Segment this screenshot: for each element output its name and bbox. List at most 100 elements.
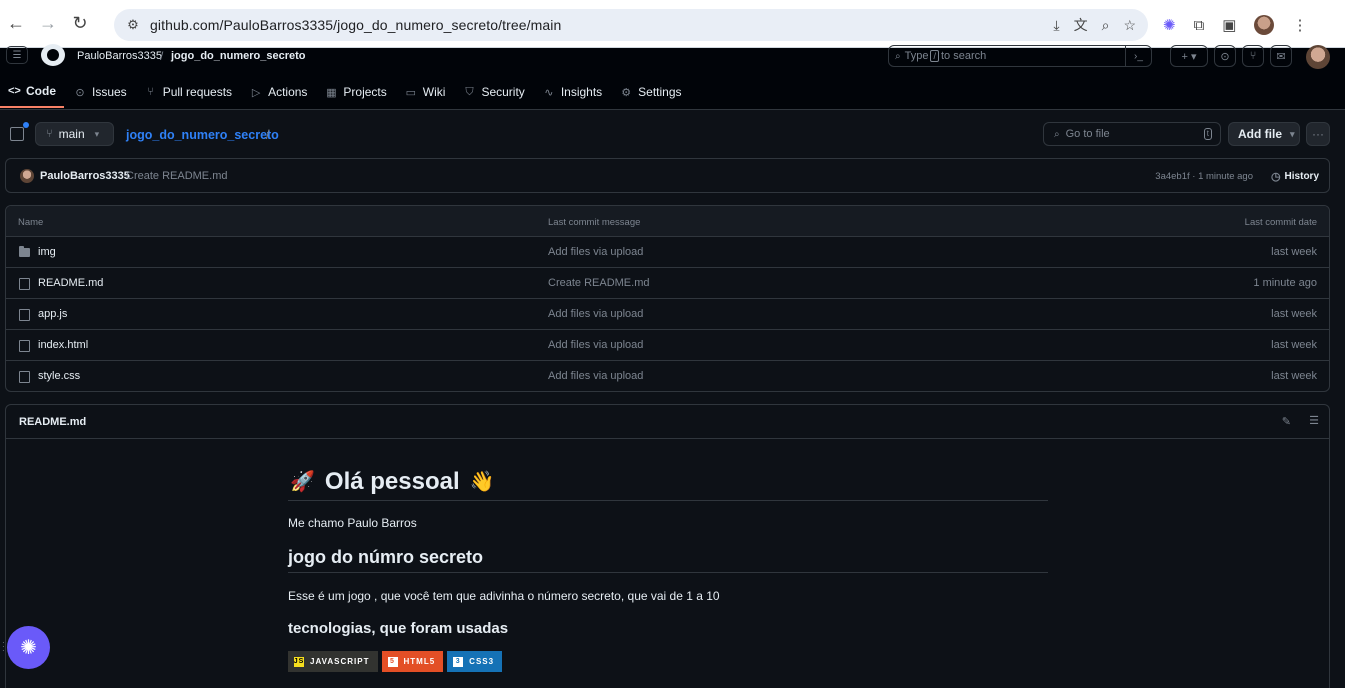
code-icon: <> xyxy=(8,85,21,97)
table-row[interactable]: style.css Add files via upload last week xyxy=(6,361,1329,391)
readme-header: README.md ✎ ☰ xyxy=(6,405,1329,439)
shield-icon: ⛉ xyxy=(465,85,474,98)
tab-actions[interactable]: ▷ Actions xyxy=(242,76,315,108)
badge-label: JAVASCRIPT xyxy=(310,657,370,666)
file-commit-message[interactable]: Add files via upload xyxy=(548,308,643,320)
issues-icon[interactable]: ⊙ xyxy=(1214,45,1236,67)
table-row[interactable]: img Add files via upload last week xyxy=(6,237,1329,268)
extensions-puzzle-icon[interactable]: ⧉ xyxy=(1194,17,1205,34)
file-icon xyxy=(19,340,30,352)
floating-extension-button[interactable]: ✺ xyxy=(7,626,50,669)
tab-label: Security xyxy=(481,85,525,99)
tab-label: Issues xyxy=(92,85,127,99)
create-new-button[interactable]: + ▾ xyxy=(1170,45,1208,67)
file-commit-date: 1 minute ago xyxy=(1253,277,1317,289)
search-shortcut-key: / xyxy=(930,50,939,62)
go-to-file-input[interactable]: ⌕ Go to file t xyxy=(1043,122,1221,146)
table-row[interactable]: index.html Add files via upload last wee… xyxy=(6,330,1329,361)
file-name[interactable]: style.css xyxy=(38,370,80,382)
issues-icon: ⊙ xyxy=(75,86,85,99)
history-label: History xyxy=(1284,171,1319,182)
file-commit-message[interactable]: Add files via upload xyxy=(548,339,643,351)
readme-title[interactable]: README.md xyxy=(19,416,86,428)
column-name-header: Name xyxy=(18,217,44,228)
back-icon[interactable]: ← xyxy=(2,10,30,38)
zoom-icon[interactable]: ⌕ xyxy=(1102,17,1110,34)
file-icon xyxy=(19,371,30,383)
file-name[interactable]: index.html xyxy=(38,339,88,351)
shortcut-key: t xyxy=(1203,128,1212,140)
tab-insights[interactable]: ∿ Insights xyxy=(535,76,610,108)
pull-requests-icon[interactable]: ⑂ xyxy=(1242,45,1264,67)
search-input[interactable]: ⌕ Type / to search ›_ xyxy=(888,45,1152,67)
tab-issues[interactable]: ⊙ Issues xyxy=(66,76,135,108)
side-panel-icon[interactable]: ▣ xyxy=(1222,16,1236,34)
search-icon: ⌕ xyxy=(895,50,901,62)
site-info-icon[interactable]: ⚙ xyxy=(124,16,142,34)
tab-projects[interactable]: ▦ Projects xyxy=(317,76,394,108)
go-to-file-placeholder: Go to file xyxy=(1065,128,1110,140)
breadcrumb-repo[interactable]: jogo_do_numero_secreto xyxy=(171,50,305,62)
pencil-icon[interactable]: ✎ xyxy=(1282,415,1291,428)
readme-heading: 🚀 Olá pessoal 👋 xyxy=(288,463,1048,501)
user-avatar[interactable] xyxy=(1306,45,1330,69)
add-file-button[interactable]: Add file ▾ xyxy=(1228,122,1300,146)
tab-pull-requests[interactable]: ⑂ Pull requests xyxy=(137,76,240,108)
css3-badge: 3 CSS3 xyxy=(447,651,503,672)
url-text[interactable]: github.com/PauloBarros3335/jogo_do_numer… xyxy=(150,17,561,33)
graph-icon: ∿ xyxy=(544,86,554,99)
file-tree-toggle-icon[interactable] xyxy=(10,122,29,141)
tab-wiki[interactable]: ▭ Wiki xyxy=(397,76,454,108)
github-logo-icon[interactable] xyxy=(41,44,65,66)
breadcrumb-owner[interactable]: PauloBarros3335 xyxy=(77,50,162,62)
commit-message[interactable]: Create README.md xyxy=(126,170,227,182)
outline-list-icon[interactable]: ☰ xyxy=(1309,414,1319,427)
file-name[interactable]: README.md xyxy=(38,277,103,289)
html5-icon: 5 xyxy=(387,656,398,667)
reload-icon[interactable]: ↻ xyxy=(66,10,94,38)
commit-author[interactable]: PauloBarros3335 xyxy=(40,170,130,182)
file-name[interactable]: img xyxy=(38,246,56,258)
search-icon: ⌕ xyxy=(1054,128,1060,140)
bookmark-star-icon[interactable]: ☆ xyxy=(1123,17,1136,34)
profile-avatar[interactable] xyxy=(1254,15,1275,35)
file-commit-message[interactable]: Create README.md xyxy=(548,277,649,289)
chevron-down-icon: ▾ xyxy=(94,128,100,139)
translate-icon[interactable]: 文 xyxy=(1074,15,1088,35)
file-commit-message[interactable]: Add files via upload xyxy=(548,370,643,382)
browser-toolbar: ← → ↻ ⚙ github.com/PauloBarros3335/jogo_… xyxy=(0,0,1345,48)
breadcrumb-separator: / xyxy=(160,49,164,63)
tab-label: Wiki xyxy=(422,85,446,99)
readme-tech-heading: tecnologias, que foram usadas xyxy=(288,620,509,637)
install-app-icon[interactable]: ⤓ xyxy=(1053,17,1059,34)
tab-code[interactable]: <> Code xyxy=(0,76,64,108)
browser-menu-icon[interactable]: ⋮ xyxy=(1292,16,1307,34)
tab-label: Settings xyxy=(638,85,682,99)
book-icon: ▭ xyxy=(405,86,416,99)
file-name[interactable]: app.js xyxy=(38,308,67,320)
tab-label: Insights xyxy=(560,85,603,99)
branch-selector-button[interactable]: ⑂ main ▾ xyxy=(35,122,114,146)
pull-request-icon: ⑂ xyxy=(147,86,154,98)
extension-icon[interactable]: ✺ xyxy=(1163,16,1176,34)
command-palette-icon[interactable]: ›_ xyxy=(1125,46,1151,66)
table-row[interactable]: app.js Add files via upload last week xyxy=(6,299,1329,330)
forward-icon[interactable]: → xyxy=(34,10,62,38)
gear-icon: ⚙ xyxy=(621,86,632,99)
table-row[interactable]: README.md Create README.md 1 minute ago xyxy=(6,268,1329,299)
commit-meta[interactable]: 3a4eb1f · 1 minute ago xyxy=(1155,171,1253,182)
tab-security[interactable]: ⛉ Security xyxy=(455,76,532,108)
address-bar[interactable]: ⚙ github.com/PauloBarros3335/jogo_do_num… xyxy=(114,9,1148,41)
inbox-icon[interactable]: ✉ xyxy=(1270,45,1292,67)
file-commit-message[interactable]: Add files via upload xyxy=(548,246,643,258)
tab-settings[interactable]: ⚙ Settings xyxy=(612,76,689,108)
path-repo-link[interactable]: jogo_do_numero_secreto xyxy=(126,128,279,142)
readme-content: 🚀 Olá pessoal 👋 Me chamo Paulo Barros jo… xyxy=(288,463,1048,672)
tab-label: Actions xyxy=(268,85,308,99)
add-file-label: Add file xyxy=(1238,127,1282,141)
commit-author-avatar[interactable] xyxy=(20,169,34,183)
hamburger-menu-icon[interactable]: ☰ xyxy=(6,46,28,64)
history-button[interactable]: ◷ History xyxy=(1271,170,1319,183)
more-options-button[interactable]: ··· xyxy=(1306,122,1330,146)
drag-handle-icon[interactable]: · · · xyxy=(2,639,5,655)
